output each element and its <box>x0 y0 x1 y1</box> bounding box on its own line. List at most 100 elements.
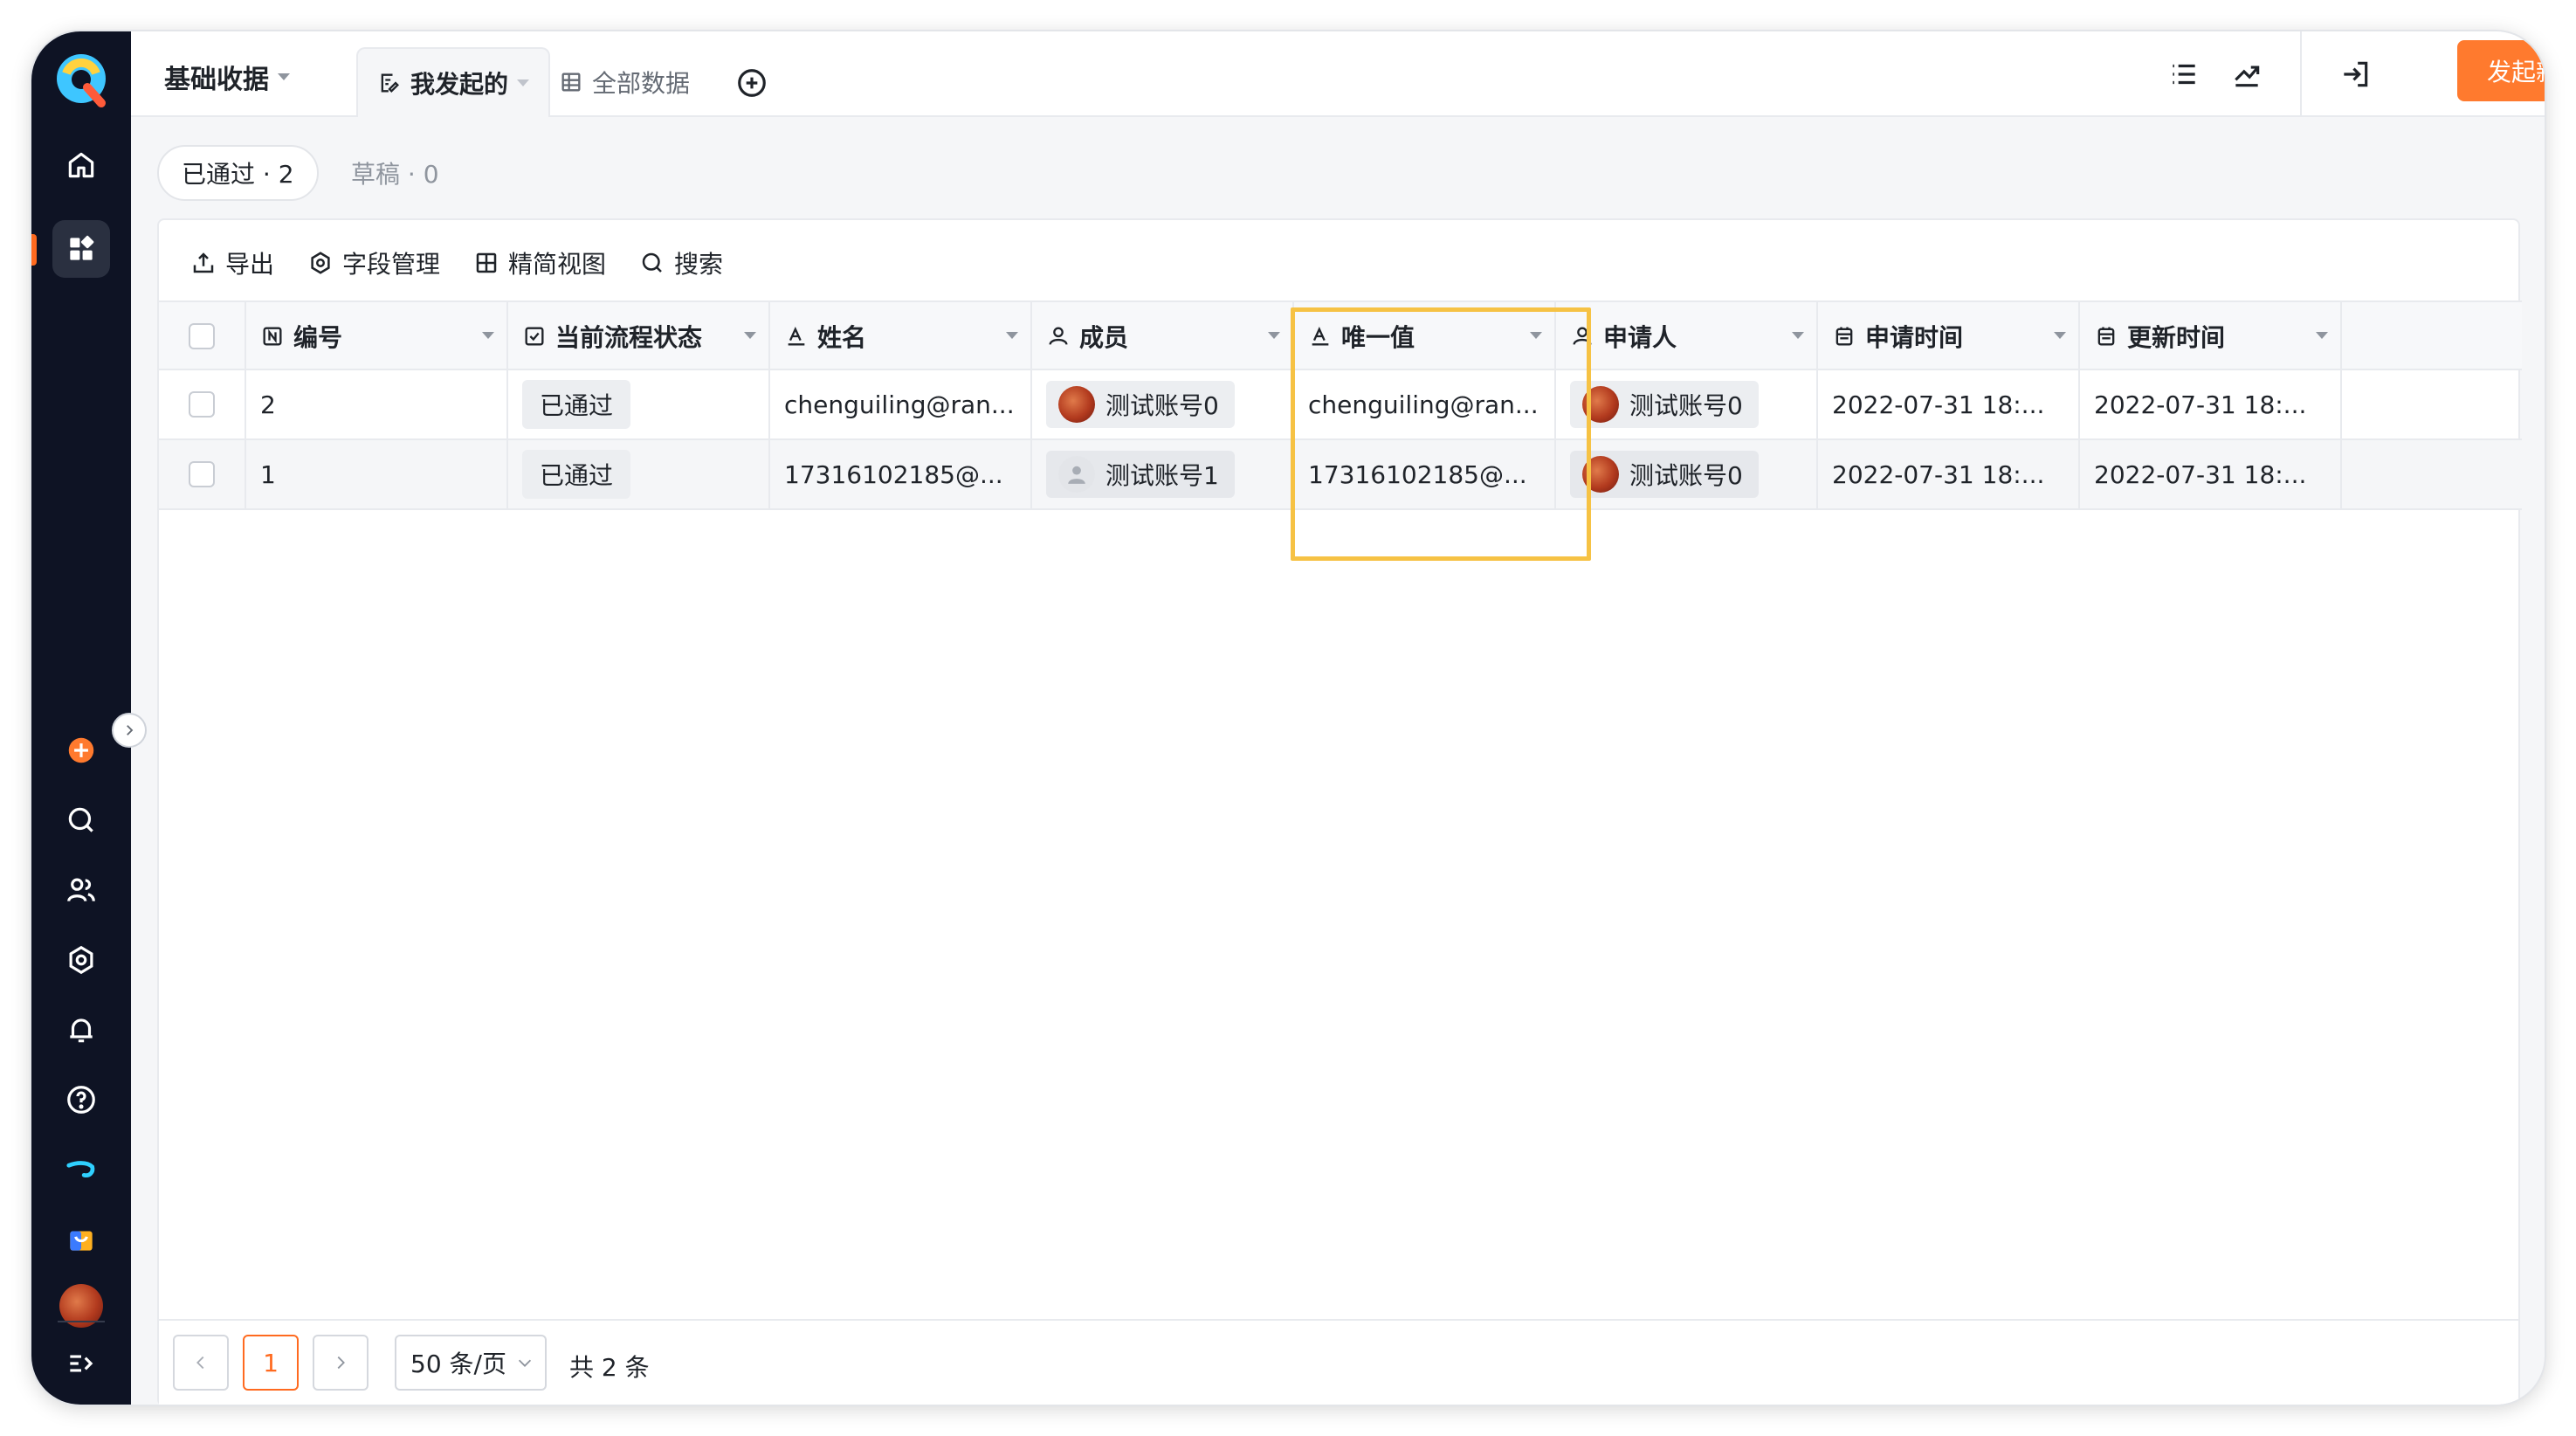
page-size-select[interactable]: 50 条/页 <box>395 1335 547 1391</box>
app-title-dropdown[interactable]: 基础收据 <box>164 58 290 96</box>
chevron-down-icon[interactable] <box>2054 332 2066 339</box>
chevron-down-icon[interactable] <box>482 332 494 339</box>
column-label: 编号 <box>293 323 343 352</box>
column-header-member[interactable]: 成员 <box>1032 302 1294 370</box>
cell-id: 2 <box>246 370 508 438</box>
cell-status: 已通过 <box>508 440 770 508</box>
sidebar-item-brand-app[interactable] <box>52 1141 110 1198</box>
applicant-tag[interactable]: 测试账号0 <box>1570 381 1759 428</box>
grid-view-icon <box>476 252 497 273</box>
prev-page-button[interactable] <box>173 1335 229 1391</box>
sidebar-user-avatar[interactable] <box>52 1277 110 1335</box>
cell-applicant: 测试账号0 <box>1556 440 1818 508</box>
compact-view-label: 精简视图 <box>508 250 607 279</box>
sidebar-divider <box>58 1321 105 1322</box>
row-checkbox[interactable] <box>189 391 215 418</box>
column-header-id[interactable]: 编号 <box>246 302 508 370</box>
chevron-down-icon[interactable] <box>1268 332 1280 339</box>
select-all-cell <box>159 302 246 370</box>
sign-in-icon <box>2344 61 2368 87</box>
tab-label: 全部数据 <box>592 69 691 98</box>
checkbox-field-icon <box>525 327 544 346</box>
table-row[interactable]: 2 已通过 chenguiling@ran... 测试账号0 chenguili… <box>159 370 2522 440</box>
chevron-right-icon <box>127 725 134 735</box>
chevron-down-icon[interactable] <box>744 332 756 339</box>
sidebar-item-settings[interactable] <box>52 931 110 989</box>
select-all-checkbox[interactable] <box>189 323 215 349</box>
chevron-down-icon[interactable] <box>1530 332 1542 339</box>
column-header-name[interactable]: 姓名 <box>770 302 1032 370</box>
tab-my-initiated[interactable]: 我发起的 <box>356 47 551 117</box>
column-header-applicant[interactable]: 申请人 <box>1556 302 1818 370</box>
status-badge: 已通过 <box>522 380 631 429</box>
chevron-down-icon <box>278 73 290 80</box>
tab-all-data[interactable]: 全部数据 <box>540 47 709 117</box>
cell-update-time: 2022-07-31 18:... <box>2080 440 2342 508</box>
search-label: 搜索 <box>674 250 724 279</box>
cell-member: 测试账号1 <box>1032 440 1294 508</box>
cell-status: 已通过 <box>508 370 770 438</box>
calendar-icon <box>2097 327 2115 346</box>
filter-approved[interactable]: 已通过 · 2 <box>157 145 319 201</box>
column-header-apply-time[interactable]: 申请时间 <box>1818 302 2080 370</box>
home-icon <box>68 152 94 178</box>
next-page-button[interactable] <box>313 1335 368 1391</box>
sidebar-item-members[interactable] <box>52 861 110 919</box>
toolbar-divider <box>2300 31 2302 117</box>
sidebar-item-help[interactable] <box>52 1071 110 1129</box>
cell-name: 17316102185@... <box>770 440 1032 508</box>
chevron-down-icon <box>518 1359 532 1367</box>
search-icon <box>642 252 662 273</box>
app-window: 基础收据 我发起的 全部数据 发起新的 已通过 · 2 草稿 · 0 <box>31 31 2545 1405</box>
sidebar-item-notifications[interactable] <box>52 1001 110 1059</box>
column-header-update-time[interactable]: 更新时间 <box>2080 302 2342 370</box>
person-field-icon <box>1573 327 1592 345</box>
chevron-down-icon[interactable] <box>1792 332 1804 339</box>
app-logo-icon[interactable] <box>49 47 114 112</box>
column-header-status[interactable]: 当前流程状态 <box>508 302 770 370</box>
cell-unique: 17316102185@... <box>1294 440 1556 508</box>
help-circle-icon <box>67 1086 95 1114</box>
applicant-tag[interactable]: 测试账号0 <box>1570 451 1759 498</box>
chevron-down-icon[interactable] <box>2316 332 2328 339</box>
cell-spacer <box>2342 440 2517 508</box>
sidebar-collapse-toggle[interactable] <box>112 713 147 748</box>
column-label: 姓名 <box>817 323 867 352</box>
avatar <box>1582 456 1619 493</box>
sidebar-item-search[interactable] <box>52 791 110 849</box>
column-label: 更新时间 <box>2127 323 2226 352</box>
sidebar-item-create[interactable] <box>52 721 110 779</box>
table-row[interactable]: 1 已通过 17316102185@... 测试账号1 17316102185@… <box>159 440 2522 510</box>
add-tab-icon[interactable] <box>735 66 768 100</box>
store-bag-icon <box>70 1231 93 1251</box>
member-tag[interactable]: 测试账号0 <box>1046 381 1235 428</box>
avatar <box>1582 386 1619 423</box>
cell-update-time: 2022-07-31 18:... <box>2080 370 2342 438</box>
sidebar-item-apps[interactable] <box>52 220 110 278</box>
sidebar-item-home[interactable] <box>52 136 110 194</box>
bell-icon <box>70 1018 93 1043</box>
page-number-button[interactable]: 1 <box>243 1335 299 1391</box>
list-view-button[interactable] <box>2164 54 2204 94</box>
field-manage-button[interactable]: 字段管理 <box>307 245 440 280</box>
data-table-card: 导出 字段管理 精简视图 搜索 编号 当前流程状态 姓名 成员 唯一值 申请人 … <box>157 218 2522 1405</box>
export-button[interactable]: 导出 <box>190 245 274 280</box>
filter-draft[interactable]: 草稿 · 0 <box>328 145 462 201</box>
member-tag[interactable]: 测试账号1 <box>1046 451 1235 498</box>
cell-apply-time: 2022-07-31 18:... <box>1818 440 2080 508</box>
sidebar-item-store[interactable] <box>52 1211 110 1268</box>
pagination-bar: 1 50 条/页 共 2 条 <box>159 1319 2518 1405</box>
chevron-down-icon[interactable] <box>1006 332 1018 339</box>
compact-view-button[interactable]: 精简视图 <box>473 245 606 280</box>
row-checkbox[interactable] <box>189 461 215 487</box>
column-label: 申请人 <box>1603 323 1677 352</box>
text-field-icon <box>788 327 805 346</box>
column-label: 申请时间 <box>1865 323 1964 352</box>
start-new-button[interactable]: 发起新的 <box>2457 40 2545 101</box>
sidebar-expand-menu[interactable] <box>52 1335 110 1392</box>
column-header-unique[interactable]: 唯一值 <box>1294 302 1556 370</box>
exit-button[interactable] <box>2335 54 2375 94</box>
search-button[interactable]: 搜索 <box>639 245 723 280</box>
list-icon <box>2173 64 2195 85</box>
trend-chart-button[interactable] <box>2227 54 2267 94</box>
